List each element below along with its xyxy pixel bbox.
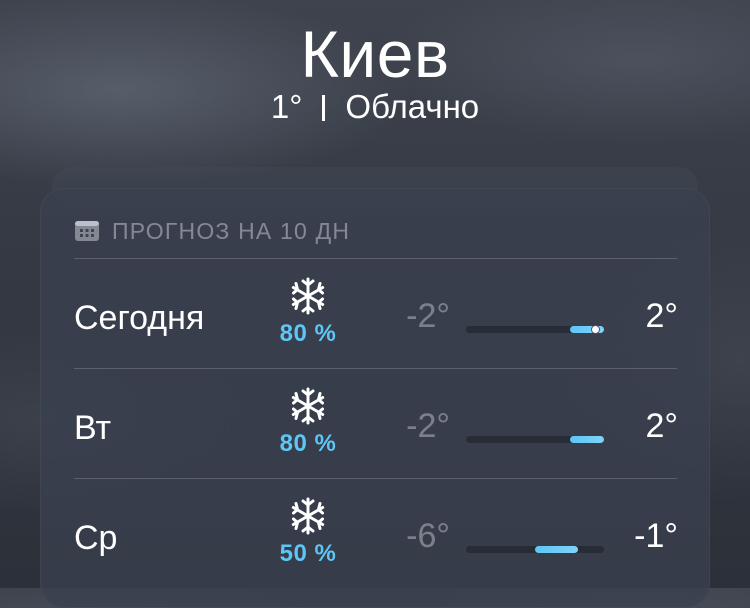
- high-temperature: -1°: [634, 517, 678, 555]
- day-label: Ср: [74, 519, 118, 557]
- forecast-title: ПРОГНОЗ НА 10 ДН: [112, 217, 351, 244]
- temperature-range-fill: [569, 436, 604, 443]
- current-temperature: 1°: [270, 88, 303, 125]
- precipitation-chance: 50 %: [279, 540, 337, 567]
- forecast-row-0[interactable]: Сегодня 80 % -2° 2°: [40, 258, 710, 368]
- precipitation-chance: 80 %: [279, 430, 337, 457]
- day-label: Вт: [74, 409, 112, 447]
- temperature-range-bar: [466, 436, 604, 443]
- day-label: Сегодня: [74, 299, 205, 337]
- low-temperature: -2°: [406, 297, 450, 335]
- separator: [322, 95, 326, 121]
- high-temperature: 2°: [645, 407, 678, 445]
- forecast-header: ПРОГНОЗ НА 10 ДН: [74, 216, 350, 246]
- temperature-range-bar: [466, 546, 604, 553]
- high-temperature: 2°: [645, 297, 678, 335]
- city-name: Киев: [300, 17, 450, 91]
- ten-day-forecast-card[interactable]: ПРОГНОЗ НА 10 ДН Сегодня 80 % -2° 2° Вт …: [40, 188, 710, 608]
- current-summary: 1° Облачно: [0, 86, 750, 128]
- temperature-range-fill: [535, 546, 579, 553]
- snowflake-icon: [291, 387, 325, 425]
- low-temperature: -6°: [406, 517, 450, 555]
- precipitation-chance: 80 %: [279, 320, 337, 347]
- snowflake-icon: [291, 277, 325, 315]
- calendar-icon: [74, 220, 100, 242]
- forecast-row-1[interactable]: Вт 80 % -2° 2°: [40, 368, 710, 478]
- temperature-range-bar: [466, 325, 604, 334]
- current-condition: Облачно: [345, 88, 480, 125]
- forecast-row-2[interactable]: Ср 50 % -6° -1°: [40, 478, 710, 588]
- low-temperature: -2°: [406, 407, 450, 445]
- snowflake-icon: [291, 497, 325, 535]
